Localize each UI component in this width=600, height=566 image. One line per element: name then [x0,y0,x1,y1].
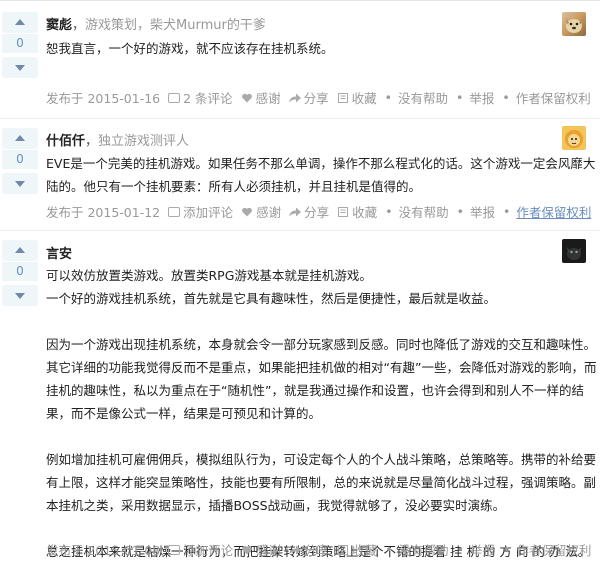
vote-count: 0 [2,150,38,169]
upvote-button[interactable] [2,12,38,33]
answer-meta: 发布于 2015-01-12 添加评论 感谢 分享 收藏 • 没有帮助 • 举报… [46,202,592,221]
vote-widget: 0 [2,12,38,78]
content-line: 其它详细的功能我觉得反而不是重点，如果能把挂机做的相对“有趣”一些，会降低对游戏… [46,360,597,375]
vote-widget: 0 [2,128,38,194]
comment-icon [168,92,181,103]
content-line: 因为一个游戏出现挂机系统，本身就会令一部分玩家感到反感。同时也降低了游戏的交互和… [46,337,597,352]
heart-icon [242,545,253,554]
heart-icon [242,207,253,216]
unhelpful-button[interactable]: 没有帮助 [398,88,448,107]
favorite-button[interactable]: 收藏 [337,540,377,559]
content-line: 有上限，这样才能突显策略性，技能也要有所限制，总的来说就是尽量简化战斗过程，强调… [46,475,597,490]
rights-link[interactable]: 作者保留权利 [516,88,591,107]
author-name[interactable]: 言安 [46,247,72,262]
thanks-button[interactable]: 感谢 [241,540,281,559]
thanks-button[interactable]: 感谢 [241,202,281,221]
report-button[interactable]: 举报 [470,202,495,221]
answer-meta: 发布于 2015-01-16 2 条评论 感谢 分享 收藏 • 没有帮助 • 举… [46,88,591,107]
publish-date[interactable]: 发布于 2015-01-12 [46,202,160,221]
content-line: 可以效仿放置类游戏。放置类RPG游戏基本就是挂机游戏。 [46,268,372,283]
bookmark-icon [337,92,348,103]
author-name[interactable]: 什佰仟 [46,134,85,149]
answer-content: EVE是一个完美的挂机游戏。如果任务不那么单调，操作不那么程式化的话。这个游戏一… [46,152,596,198]
author-bio: 游戏策划，柴犬Murmur的干爹 [85,18,266,33]
author-bio: 独立游戏测评人 [98,134,190,149]
answer-divider [0,230,600,231]
avatar[interactable] [562,12,586,36]
report-button[interactable]: 举报 [469,88,494,107]
answer-divider [0,118,600,119]
rights-link[interactable]: 作者保留权利 [516,540,591,559]
answer-content: 可以效仿放置类游戏。放置类RPG游戏基本就是挂机游戏。 一个好的游戏挂机系统，首… [46,264,597,563]
rights-link[interactable]: 作者保留权利 [516,202,591,221]
unhelpful-button[interactable]: 没有帮助 [399,540,449,559]
content-line: 一个好的游戏挂机系统，首先就是它具有趣味性，然后是便捷性，最后就是收益。 [46,291,497,306]
downvote-button[interactable] [2,57,38,78]
publish-date[interactable]: 发布于 2015-01-16 [46,88,160,107]
report-button[interactable]: 举报 [470,540,495,559]
answer-content: 恕我直言，一个好的游戏，就不应该存在挂机系统。 [46,37,586,60]
answer-meta: 发布于 2015-01-08 添加评论 感谢 分享 收藏 • 没有帮助 • 举报… [46,540,592,559]
comment-icon [168,544,181,555]
comment-icon [168,206,181,217]
content-line: 果，而不是像公式一样，结果是可预见和计算的。 [46,406,322,421]
downvote-button[interactable] [2,173,38,194]
content-line: 本挂机之类，采用数据显示，插播BOSS战动画，我觉得就够了，没必要实时演练。 [46,498,506,513]
content-line: 例如增加挂机可雇佣佣兵，模拟组队行为，可设定每个人的个人战斗策略，总策略等。携带… [46,452,597,467]
bookmark-icon [338,544,349,555]
vote-count: 0 [2,34,38,53]
content-line: 挂机的趣味性，私以为重点在于“随机性”，就是我通过操作和设置，也许会得到和别人不… [46,383,584,398]
favorite-button[interactable]: 收藏 [337,202,377,221]
share-button[interactable]: 分享 [289,540,329,559]
share-button[interactable]: 分享 [289,202,329,221]
content-line: EVE是一个完美的挂机游戏。如果任务不那么单调，操作不那么程式化的话。这个游戏一… [46,156,596,171]
top-divider [0,0,600,1]
heart-icon [241,93,252,102]
author-info: 窦彪，游戏策划，柴犬Murmur的干爹 [46,18,266,33]
publish-date[interactable]: 发布于 2015-01-08 [46,540,160,559]
share-icon [289,207,302,216]
avatar[interactable] [562,126,586,150]
share-icon [289,545,302,554]
upvote-button[interactable] [2,240,38,261]
bookmark-icon [338,206,349,217]
content-line: 陆的。他只有一个挂机要素：所有人必须挂机，并且挂机是值得的。 [46,179,422,194]
avatar[interactable] [562,239,586,263]
share-icon [288,93,301,102]
thanks-button[interactable]: 感谢 [241,88,281,107]
author-info: 什佰仟，独立游戏测评人 [46,134,190,149]
author-info: 言安 [46,243,72,262]
author-name[interactable]: 窦彪 [46,18,72,33]
comments-link[interactable]: 2 条评论 [168,88,233,107]
downvote-button[interactable] [2,285,38,306]
share-button[interactable]: 分享 [288,88,329,107]
comments-link[interactable]: 添加评论 [168,202,233,221]
upvote-button[interactable] [2,128,38,149]
favorite-button[interactable]: 收藏 [337,88,377,107]
vote-widget: 0 [2,240,38,306]
vote-count: 0 [2,262,38,281]
unhelpful-button[interactable]: 没有帮助 [399,202,449,221]
comments-link[interactable]: 添加评论 [168,540,233,559]
content-line: 恕我直言，一个好的游戏，就不应该存在挂机系统。 [46,41,334,56]
